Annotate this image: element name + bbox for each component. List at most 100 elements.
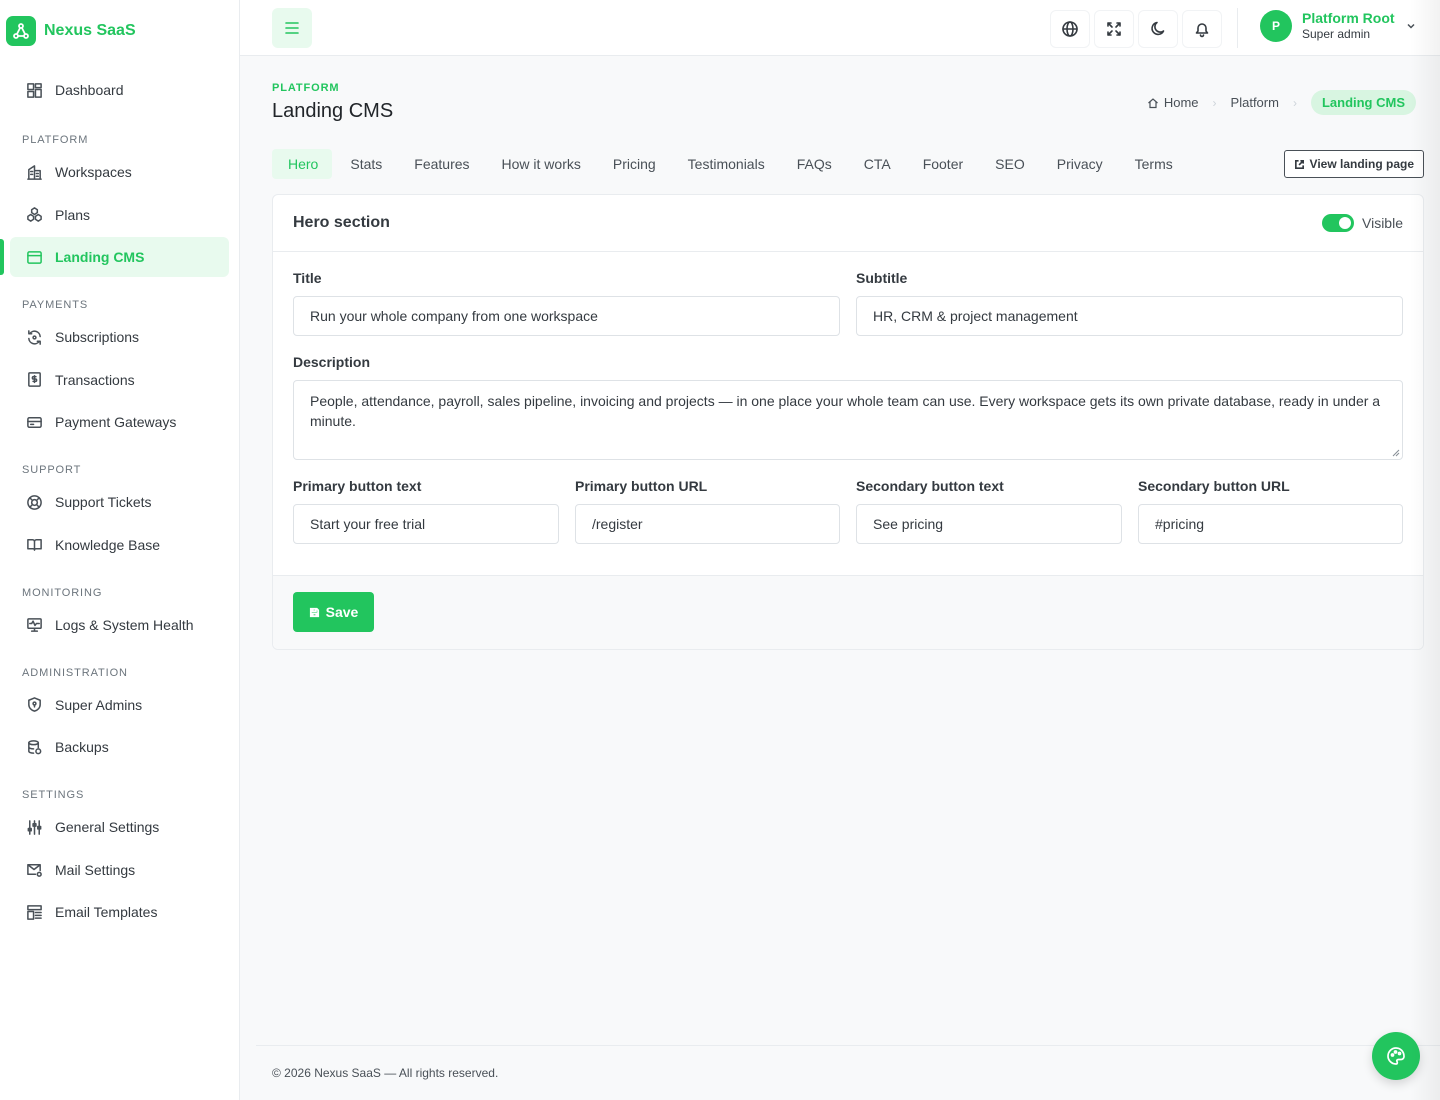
- card-header: Hero section Visible: [273, 195, 1423, 252]
- title-input[interactable]: Run your whole company from one workspac…: [293, 296, 840, 336]
- refresh-icon: [28, 329, 41, 345]
- sidebar-item-dashboard[interactable]: Dashboard: [10, 70, 229, 110]
- breadcrumb: Home › Platform › Landing CMS: [1147, 90, 1416, 115]
- sidebar-item-mail-settings[interactable]: Mail Settings: [10, 850, 229, 890]
- sidebar-item-backups[interactable]: Backups: [10, 727, 229, 767]
- boxes-icon: [27, 207, 42, 222]
- building-icon: [27, 164, 42, 180]
- sidebar-item-plans[interactable]: Plans: [10, 195, 229, 235]
- subtitle-label: Subtitle: [856, 270, 908, 286]
- tab-footer[interactable]: Footer: [907, 149, 977, 179]
- topbar-divider: [1237, 8, 1238, 48]
- user-name: Platform Root: [1302, 10, 1395, 27]
- sliders-icon: [27, 819, 42, 835]
- home-icon: [1147, 97, 1158, 108]
- secondary-button-url-label: Secondary button URL: [1138, 478, 1290, 494]
- sidebar-item-email-templates[interactable]: Email Templates: [10, 892, 229, 932]
- tab-features[interactable]: Features: [398, 149, 483, 179]
- nav-heading-administration: ADMINISTRATION: [22, 666, 128, 679]
- avatar: P: [1260, 10, 1292, 42]
- primary-button-text-label: Primary button text: [293, 478, 422, 494]
- theme-toggle-button[interactable]: [1138, 10, 1178, 48]
- sidebar-nav: Dashboard PLATFORM Workspaces Plans Land…: [0, 70, 239, 932]
- secondary-button-text-input[interactable]: See pricing: [856, 504, 1122, 544]
- fullscreen-button[interactable]: [1094, 10, 1134, 48]
- lifebuoy-icon: [27, 494, 42, 510]
- visible-toggle[interactable]: [1322, 214, 1354, 232]
- nav-heading-settings: SETTINGS: [22, 789, 85, 801]
- cms-tabs: Hero Stats Features How it works Pricing…: [272, 149, 1189, 179]
- primary-button-url-input[interactable]: /register: [575, 504, 840, 544]
- fullscreen-icon: [1107, 22, 1121, 36]
- shield-icon: [28, 697, 41, 712]
- hero-section-card: Hero section Visible Title Run your whol…: [272, 194, 1424, 650]
- view-landing-page-button[interactable]: View landing page: [1283, 150, 1424, 178]
- secondary-button-url-input[interactable]: #pricing: [1138, 504, 1403, 544]
- theme-customizer-button[interactable]: [1372, 1032, 1420, 1080]
- page-eyebrow: PLATFORM: [272, 82, 340, 94]
- sidebar-item-super-admins[interactable]: Super Admins: [10, 685, 229, 725]
- tab-cta[interactable]: CTA: [848, 149, 905, 179]
- tab-faqs[interactable]: FAQs: [781, 149, 846, 179]
- breadcrumb-platform[interactable]: Platform: [1231, 95, 1279, 110]
- save-label: Save: [325, 604, 359, 620]
- sidebar-item-label: Super Admins: [55, 696, 143, 713]
- page-footer: © 2026 Nexus SaaS — All rights reserved.: [256, 1045, 1440, 1100]
- tab-privacy[interactable]: Privacy: [1041, 149, 1117, 179]
- sidebar-item-payment-gateways[interactable]: Payment Gateways: [10, 402, 229, 442]
- chevron-right-icon: ›: [1292, 95, 1297, 110]
- credit-card-icon: [27, 416, 42, 428]
- globe-icon: [1062, 21, 1078, 37]
- chevron-right-icon: ›: [1212, 95, 1217, 110]
- tab-hero[interactable]: Hero: [272, 149, 333, 179]
- monitor-pulse-icon: [27, 618, 42, 632]
- tab-pricing[interactable]: Pricing: [597, 149, 670, 179]
- topbar-actions: [1050, 10, 1222, 48]
- menu-toggle-button[interactable]: [272, 8, 312, 48]
- brand[interactable]: Nexus SaaS: [0, 0, 239, 62]
- user-menu[interactable]: P Platform Root Super admin: [1260, 10, 1417, 42]
- sidebar-item-label: Backups: [55, 739, 109, 755]
- browser-window-icon: [27, 250, 42, 264]
- sidebar-item-label: Plans: [55, 206, 91, 223]
- bell-icon: [1195, 23, 1209, 38]
- sidebar-item-general-settings[interactable]: General Settings: [10, 807, 229, 847]
- tab-how-it-works[interactable]: How it works: [486, 149, 595, 179]
- topbar: P Platform Root Super admin: [240, 0, 1440, 56]
- sidebar-item-landing-cms[interactable]: Landing CMS: [0, 237, 229, 277]
- sidebar-item-workspaces[interactable]: Workspaces: [10, 152, 229, 192]
- sidebar-item-support-tickets[interactable]: Support Tickets: [10, 482, 229, 522]
- mail-icon: [27, 864, 42, 877]
- sidebar-item-label: Transactions: [55, 371, 135, 388]
- visible-toggle-group: Visible: [1322, 214, 1403, 232]
- primary-button-text-input[interactable]: Start your free trial: [293, 504, 559, 544]
- sidebar-item-subscriptions[interactable]: Subscriptions: [10, 317, 229, 357]
- chevron-down-icon: [1407, 23, 1415, 29]
- sidebar-item-label: General Settings: [55, 819, 160, 835]
- resize-handle-icon[interactable]: [1392, 449, 1400, 457]
- breadcrumb-home[interactable]: Home: [1147, 95, 1199, 110]
- tab-stats[interactable]: Stats: [334, 149, 396, 179]
- description-textarea[interactable]: People, attendance, payroll, sales pipel…: [293, 380, 1403, 460]
- language-button[interactable]: [1050, 10, 1090, 48]
- card-footer: Save: [273, 575, 1423, 649]
- copyright-text: © 2026 Nexus SaaS — All rights reserved.: [272, 1066, 499, 1080]
- sidebar-item-label: Email Templates: [55, 904, 158, 920]
- sidebar-item-knowledge-base[interactable]: Knowledge Base: [10, 525, 229, 565]
- save-icon: [309, 607, 319, 617]
- nav-heading-monitoring: MONITORING: [22, 586, 103, 599]
- tab-seo[interactable]: SEO: [979, 149, 1039, 179]
- save-button[interactable]: Save: [293, 592, 374, 632]
- description-label: Description: [293, 354, 371, 370]
- sidebar-item-label: Logs & System Health: [55, 616, 194, 633]
- tab-testimonials[interactable]: Testimonials: [672, 149, 779, 179]
- sidebar-item-transactions[interactable]: Transactions: [10, 360, 229, 400]
- notifications-button[interactable]: [1182, 10, 1222, 48]
- sidebar-item-label: Mail Settings: [55, 861, 136, 878]
- sidebar-item-logs[interactable]: Logs & System Health: [10, 605, 229, 645]
- template-icon: [27, 904, 42, 920]
- sidebar-item-label: Dashboard: [55, 82, 124, 98]
- tab-terms[interactable]: Terms: [1119, 149, 1187, 179]
- subtitle-input[interactable]: HR, CRM & project management: [856, 296, 1403, 336]
- sidebar-item-label: Landing CMS: [55, 249, 145, 265]
